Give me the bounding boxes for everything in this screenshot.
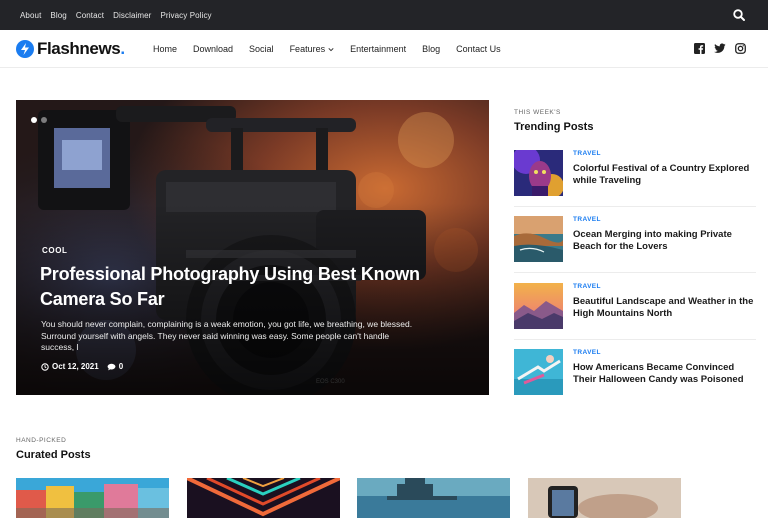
clock-icon — [41, 362, 49, 371]
curated-image-phone — [528, 478, 681, 518]
trending-thumb-beach[interactable] — [514, 216, 563, 262]
hero-meta: Oct 12, 2021 0 — [41, 362, 123, 371]
slider-dot[interactable] — [31, 117, 37, 123]
trending-category[interactable]: TRAVEL — [573, 150, 601, 157]
chevron-down-icon — [328, 47, 334, 51]
hero-slide[interactable]: EOS C300 COOL Professional Photography U… — [16, 100, 489, 395]
logo-bolt-icon — [16, 40, 34, 58]
nav-download[interactable]: Download — [193, 44, 233, 54]
curated-card[interactable] — [16, 478, 169, 518]
hero-comments[interactable]: 0 — [107, 362, 123, 371]
nav-contact-us-label: Contact Us — [456, 44, 501, 54]
logo-dot: . — [120, 39, 126, 58]
trending-thumb-festival[interactable] — [514, 150, 563, 196]
curated-image-houses — [16, 478, 169, 518]
nav-social[interactable]: Social — [249, 44, 274, 54]
curated-image-neon — [187, 478, 340, 518]
instagram-icon[interactable] — [735, 43, 746, 54]
slider-dot[interactable] — [41, 117, 47, 123]
nav-entertainment[interactable]: Entertainment — [350, 44, 406, 54]
top-link-contact[interactable]: Contact — [76, 11, 104, 20]
slider-dots — [31, 117, 47, 123]
search-icon[interactable] — [732, 8, 746, 22]
nav-entertainment-label: Entertainment — [350, 44, 407, 54]
curated-card[interactable] — [187, 478, 340, 518]
nav-blog[interactable]: Blog — [422, 44, 440, 54]
festival-image — [514, 150, 563, 196]
nav-contact-us[interactable]: Contact Us — [456, 44, 501, 54]
hero-excerpt: You should never complain, complaining i… — [41, 319, 413, 352]
nav-social-label: Social — [249, 44, 274, 54]
trending-item-title[interactable]: Ocean Merging into making Private Beach … — [573, 229, 759, 253]
curated-image-pier — [357, 478, 510, 518]
main-nav: Home Download Social Features Entertainm… — [153, 30, 501, 68]
nav-features-label: Features — [289, 44, 326, 54]
hero-category[interactable]: COOL — [42, 246, 68, 255]
trending-category[interactable]: TRAVEL — [573, 216, 601, 223]
social-links — [694, 43, 746, 54]
nav-blog-label: Blog — [422, 44, 441, 54]
divider — [514, 206, 756, 207]
trending-kicker: THIS WEEK'S — [514, 109, 561, 116]
trending-item[interactable]: TRAVEL Ocean Merging into making Private… — [514, 216, 756, 264]
nav-download-label: Download — [193, 44, 234, 54]
trending-item-title[interactable]: Beautiful Landscape and Weather in the H… — [573, 296, 759, 320]
facebook-icon[interactable] — [694, 43, 705, 54]
divider — [514, 272, 756, 273]
nav-home[interactable]: Home — [153, 44, 177, 54]
top-link-privacy-policy[interactable]: Privacy Policy — [160, 11, 211, 20]
comment-icon — [107, 363, 116, 370]
top-links: About Blog Contact Disclaimer Privacy Po… — [20, 0, 212, 30]
top-link-blog[interactable]: Blog — [50, 11, 66, 20]
trending-category[interactable]: TRAVEL — [573, 349, 601, 356]
top-link-disclaimer[interactable]: Disclaimer — [113, 11, 151, 20]
trending-thumb-mountains[interactable] — [514, 283, 563, 329]
beach-image — [514, 216, 563, 262]
hero-comment-count: 0 — [118, 362, 124, 371]
hero-date: Oct 12, 2021 — [41, 362, 99, 371]
candy-image — [514, 349, 563, 395]
hero-title[interactable]: Professional Photography Using Best Know… — [40, 262, 420, 312]
twitter-icon[interactable] — [714, 43, 726, 54]
trending-item[interactable]: TRAVEL Colorful Festival of a Country Ex… — [514, 150, 756, 198]
curated-kicker: HAND-PICKED — [16, 437, 67, 444]
curated-card[interactable] — [528, 478, 681, 518]
top-bar: About Blog Contact Disclaimer Privacy Po… — [0, 0, 768, 30]
mountains-image — [514, 283, 563, 329]
site-header: Flashnews . Home Download Social Feature… — [0, 30, 768, 68]
site-logo[interactable]: Flashnews . — [16, 39, 125, 59]
trending-item[interactable]: TRAVEL How Americans Became Convinced Th… — [514, 349, 756, 397]
top-link-about[interactable]: About — [20, 11, 41, 20]
nav-features[interactable]: Features — [290, 44, 335, 54]
trending-item-title[interactable]: Colorful Festival of a Country Explored … — [573, 163, 759, 187]
curated-title: Curated Posts — [16, 449, 91, 461]
trending-item[interactable]: TRAVEL Beautiful Landscape and Weather i… — [514, 283, 756, 331]
logo-text: Flashnews — [37, 39, 121, 58]
hero-date-text: Oct 12, 2021 — [52, 362, 99, 371]
trending-title: Trending Posts — [514, 121, 594, 133]
curated-card[interactable] — [357, 478, 510, 518]
trending-thumb-halloween[interactable] — [514, 349, 563, 395]
nav-home-label: Home — [153, 44, 178, 54]
trending-category[interactable]: TRAVEL — [573, 283, 601, 290]
divider — [514, 339, 756, 340]
trending-item-title[interactable]: How Americans Became Convinced Their Hal… — [573, 362, 759, 386]
